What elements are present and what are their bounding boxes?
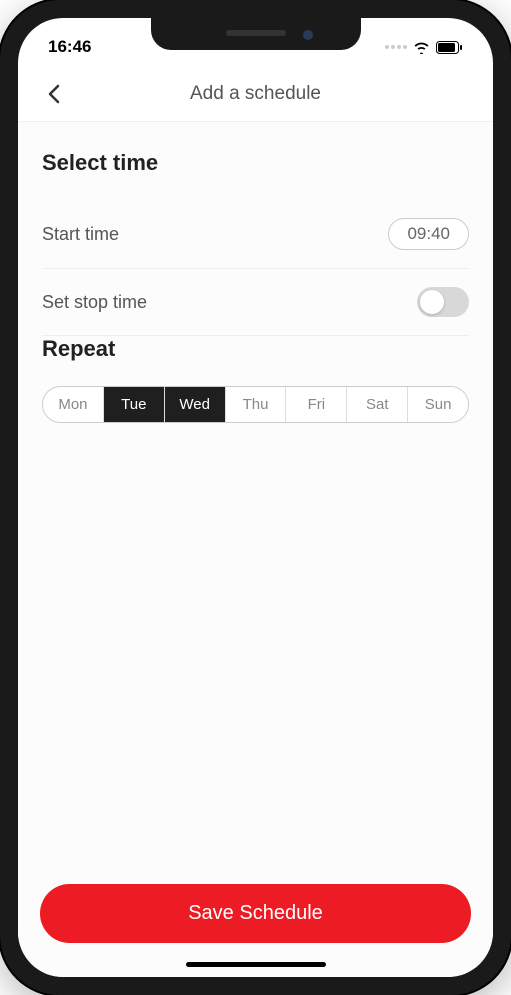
day-thu[interactable]: Thu xyxy=(226,387,287,422)
start-time-value[interactable]: 09:40 xyxy=(388,218,469,250)
toggle-knob xyxy=(420,290,444,314)
start-time-row: Start time 09:40 xyxy=(42,200,469,269)
content-area: Select time Start time 09:40 Set stop ti… xyxy=(18,122,493,866)
notch xyxy=(151,18,361,50)
stop-time-toggle[interactable] xyxy=(417,287,469,317)
start-time-label: Start time xyxy=(42,224,119,245)
nav-bar: Add a schedule xyxy=(18,66,493,122)
side-button xyxy=(0,150,1,185)
day-sat[interactable]: Sat xyxy=(347,387,408,422)
screen: 16:46 Add a schedule Select time Start t… xyxy=(18,18,493,977)
save-button[interactable]: Save Schedule xyxy=(40,884,471,943)
volume-down-button xyxy=(0,290,1,355)
stop-time-row: Set stop time xyxy=(42,269,469,336)
wifi-icon xyxy=(413,41,430,54)
day-tue[interactable]: Tue xyxy=(104,387,165,422)
footer: Save Schedule xyxy=(18,866,493,977)
day-wed[interactable]: Wed xyxy=(165,387,226,422)
section-title-repeat: Repeat xyxy=(42,336,469,362)
day-sun[interactable]: Sun xyxy=(408,387,468,422)
page-title: Add a schedule xyxy=(190,83,321,105)
day-fri[interactable]: Fri xyxy=(286,387,347,422)
section-title-time: Select time xyxy=(42,150,469,176)
home-indicator[interactable] xyxy=(186,962,326,967)
stop-time-label: Set stop time xyxy=(42,292,147,313)
phone-frame: 16:46 Add a schedule Select time Start t… xyxy=(0,0,511,995)
status-indicators xyxy=(363,41,463,54)
status-time: 16:46 xyxy=(48,37,148,57)
signal-icon xyxy=(385,45,407,49)
day-selector: MonTueWedThuFriSatSun xyxy=(42,386,469,423)
battery-icon xyxy=(436,41,463,54)
day-mon[interactable]: Mon xyxy=(43,387,104,422)
screen-content: Add a schedule Select time Start time 09… xyxy=(18,66,493,977)
back-button[interactable] xyxy=(38,78,70,110)
chevron-left-icon xyxy=(47,84,61,104)
volume-up-button xyxy=(0,210,1,275)
